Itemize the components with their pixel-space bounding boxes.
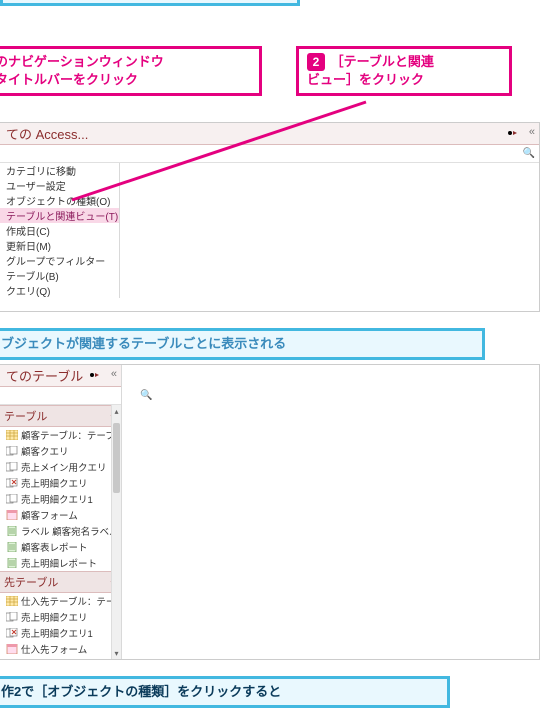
query-icon: [6, 462, 18, 472]
object-item[interactable]: 仕入先一覧: [0, 657, 121, 660]
pane-access-nav: ての Access... « 🔍 カテゴリに移動ユーザー設定オブジェクトの種類(…: [0, 122, 540, 312]
form-icon: [6, 644, 18, 654]
menu-item[interactable]: 更新日(M): [0, 238, 119, 253]
chevron-dot-icon[interactable]: [507, 127, 519, 139]
menu-item[interactable]: オブジェクトの種類(O): [0, 193, 119, 208]
object-item-label: 売上メイン用クエリ: [21, 460, 107, 474]
object-item-label: 売上明細クエリ: [21, 476, 88, 490]
pin-icon[interactable]: «: [529, 126, 535, 138]
menu-item[interactable]: 作成日(C): [0, 223, 119, 238]
query-icon: [6, 612, 18, 622]
search-icon[interactable]: 🔍: [523, 148, 535, 159]
category-header[interactable]: 先テーブル☆: [0, 571, 121, 593]
menu-item[interactable]: グループでフィルター: [0, 253, 119, 268]
object-item-label: 売上明細クエリ1: [21, 492, 93, 506]
query-icon: [6, 494, 18, 504]
menu-item[interactable]: クエリ(Q): [0, 283, 119, 298]
bottom-fragment-box: 作2で［オブジェクトの種類］をクリックすると: [0, 676, 450, 708]
object-item[interactable]: ラベル 顧客宛名ラベル印刷: [0, 523, 121, 539]
callouts-row: のナビゲーションウィンドウ タイトルバーをクリック 2 ［テーブルと関連 ビュー…: [0, 46, 540, 96]
tables-search-row: 🔍: [0, 387, 121, 405]
nav-context-menu: カテゴリに移動ユーザー設定オブジェクトの種類(O)テーブルと関連ビュー(T)作成…: [0, 163, 120, 298]
object-item[interactable]: 売上明細クエリ1: [0, 625, 121, 641]
callout-1: のナビゲーションウィンドウ タイトルバーをクリック: [0, 46, 262, 96]
query-x-icon: [6, 628, 18, 638]
category-header[interactable]: テーブル☆: [0, 405, 121, 427]
tables-nav-titlebar[interactable]: てのテーブル «: [0, 365, 121, 387]
report-icon: [6, 558, 18, 568]
object-item-label: 顧客フォーム: [21, 508, 78, 522]
tables-sidebar: てのテーブル « 🔍 テーブル☆顧客テーブル：テーブル顧客クエリ売上メイン用クエ…: [0, 365, 122, 659]
callout-2-number: 2: [307, 53, 325, 71]
callout-2: 2 ［テーブルと関連 ビュー］をクリック: [296, 46, 512, 96]
pin-icon[interactable]: «: [111, 368, 117, 380]
menu-item[interactable]: カテゴリに移動: [0, 163, 119, 178]
query-x-icon: [6, 478, 18, 488]
callout-2-line1: ［テーブルと関連: [331, 54, 434, 69]
scroll-up-icon[interactable]: ▴: [112, 405, 121, 417]
bottom-fragment: 作2で［オブジェクトの種類］をクリックすると: [0, 676, 450, 708]
object-item-label: 顧客クエリ: [21, 444, 69, 458]
object-item[interactable]: 売上明細クエリ: [0, 609, 121, 625]
scroll-down-icon[interactable]: ▾: [112, 647, 121, 659]
query-icon: [6, 446, 18, 456]
object-item[interactable]: 仕入先フォーム: [0, 641, 121, 657]
object-item-label: 売上明細クエリ1: [21, 626, 93, 640]
sidebar-scrollbar[interactable]: ▴ ▾: [111, 405, 121, 659]
form-icon: [6, 510, 18, 520]
object-item-label: 顧客表レポート: [21, 540, 88, 554]
nav-search-input[interactable]: [0, 148, 523, 159]
top-fragment: とのの表示にする: [0, 0, 300, 22]
callout-2-line2: ビュー］をクリック: [307, 72, 424, 87]
tables-search-input[interactable]: [0, 390, 140, 401]
object-item[interactable]: 売上明細クエリ1: [0, 491, 121, 507]
report-icon: [6, 542, 18, 552]
object-item-label: 顧客テーブル：テーブル: [21, 428, 121, 442]
mid-banner-text: ブジェクトが関連するテーブルごとに表示される: [1, 336, 286, 351]
top-fragment-box: とのの表示にする: [0, 0, 300, 6]
bottom-fragment-text: 作2で［オブジェクトの種類］をクリックすると: [1, 684, 281, 699]
chevron-dot-icon[interactable]: [89, 369, 101, 381]
menu-item-tables-related-view[interactable]: テーブルと関連ビュー(T): [0, 208, 119, 223]
menu-item[interactable]: ユーザー設定: [0, 178, 119, 193]
object-item-label: ラベル 顧客宛名ラベル印刷: [21, 524, 121, 538]
object-item-label: 売上明細レポート: [21, 556, 97, 570]
mid-banner: ブジェクトが関連するテーブルごとに表示される: [0, 328, 485, 360]
callout-1-line2: タイトルバーをクリック: [0, 72, 138, 87]
object-item-label: 仕入先テーブル：テーブル: [21, 594, 121, 608]
object-item[interactable]: 売上明細クエリ: [0, 475, 121, 491]
scroll-thumb[interactable]: [113, 423, 120, 493]
object-item[interactable]: 仕入先テーブル：テーブル: [0, 593, 121, 609]
object-item[interactable]: 顧客表レポート: [0, 539, 121, 555]
menu-item[interactable]: テーブル(B): [0, 268, 119, 283]
search-icon[interactable]: 🔍: [140, 390, 152, 401]
object-item[interactable]: 売上明細レポート: [0, 555, 121, 571]
tables-nav-title-text: てのテーブル: [6, 366, 83, 385]
object-item[interactable]: 顧客フォーム: [0, 507, 121, 523]
object-item-label: 売上明細クエリ: [21, 610, 88, 624]
object-item[interactable]: 顧客テーブル：テーブル: [0, 427, 121, 443]
pane-tables-nav: てのテーブル « 🔍 テーブル☆顧客テーブル：テーブル顧客クエリ売上メイン用クエ…: [0, 364, 540, 660]
object-item[interactable]: 売上メイン用クエリ: [0, 459, 121, 475]
object-item-label: 仕入先一覧: [21, 658, 69, 660]
object-item-label: 仕入先フォーム: [21, 642, 87, 656]
table-icon: [6, 430, 18, 440]
object-item[interactable]: 顧客クエリ: [0, 443, 121, 459]
nav-search-row: 🔍: [0, 145, 539, 163]
report-icon: [6, 526, 18, 536]
nav-titlebar[interactable]: ての Access... «: [0, 123, 539, 145]
nav-title-text: ての Access...: [6, 124, 88, 143]
table-icon: [6, 596, 18, 606]
callout-1-line1: のナビゲーションウィンドウ: [0, 54, 164, 69]
